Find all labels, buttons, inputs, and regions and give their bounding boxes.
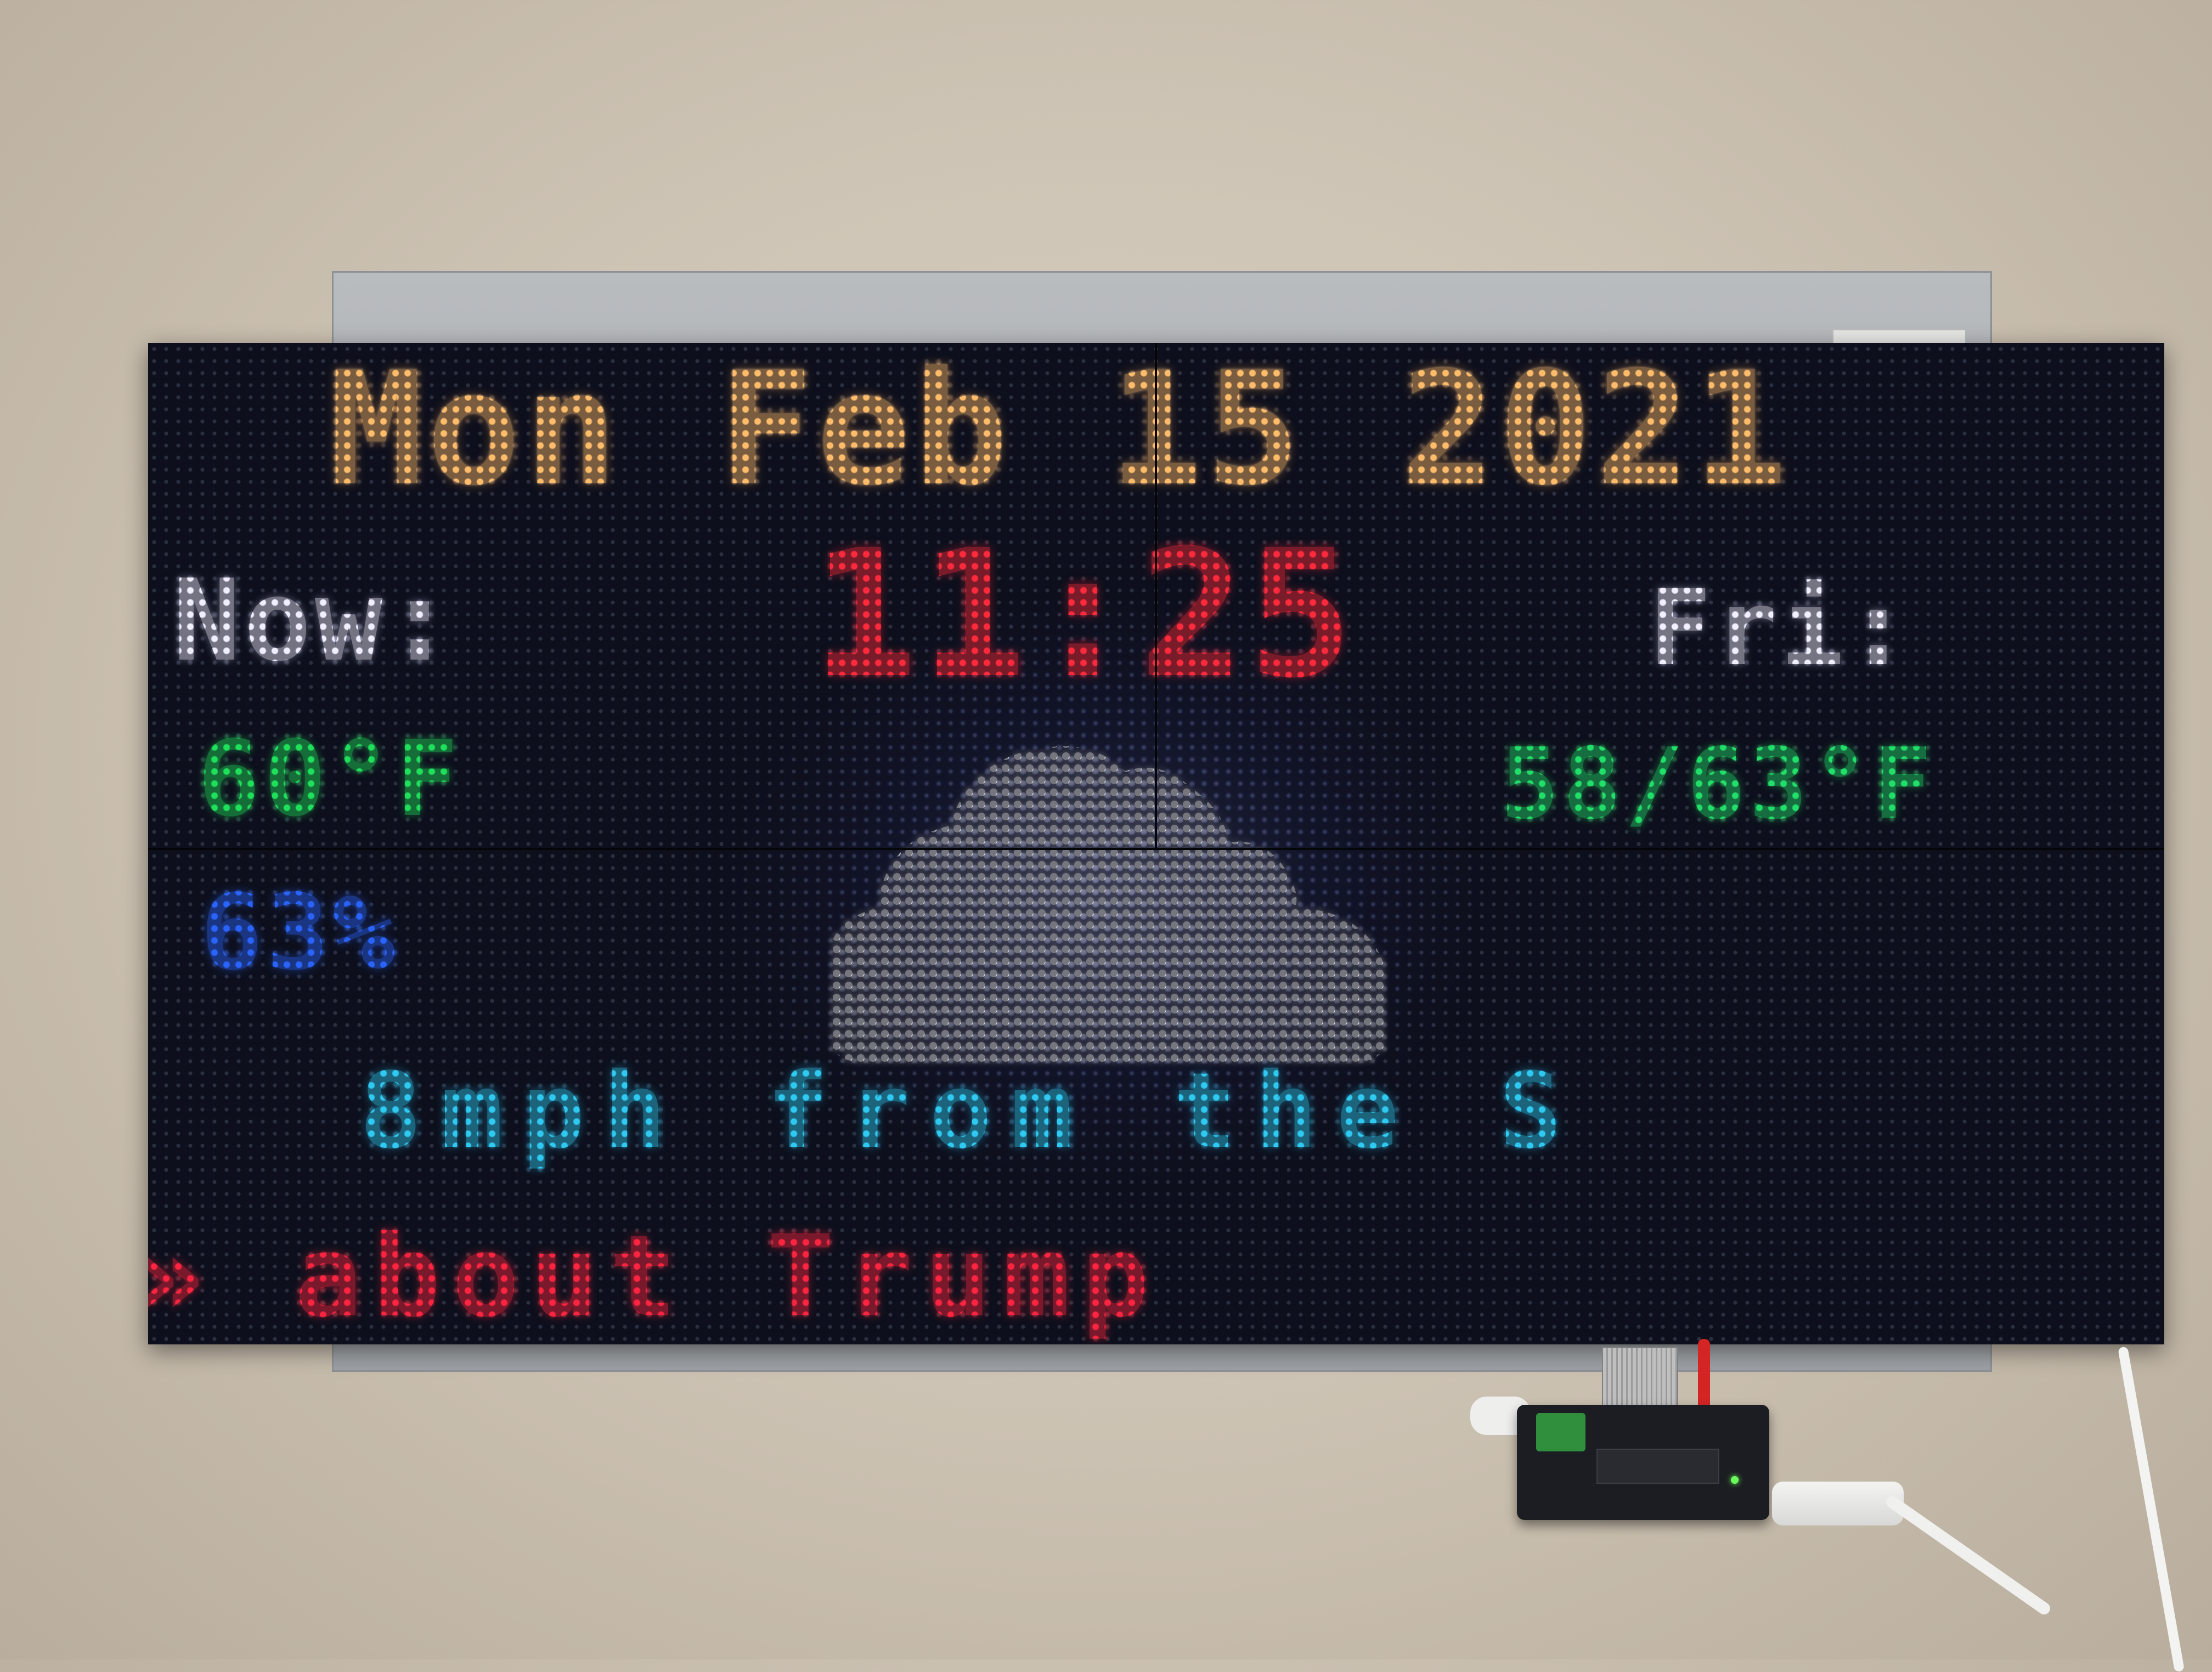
cloud-icon bbox=[828, 746, 1388, 1062]
panel-seam-vertical bbox=[1155, 343, 1157, 848]
board-header bbox=[1536, 1413, 1585, 1451]
now-label: Now: bbox=[173, 556, 457, 686]
wind-display: 8mph from the S bbox=[359, 1050, 1581, 1172]
current-humidity: 63% bbox=[200, 872, 399, 993]
current-temperature: 60°F bbox=[198, 718, 462, 840]
wall-cable bbox=[2118, 1346, 2185, 1672]
power-cable bbox=[1883, 1493, 2053, 1617]
board-chip bbox=[1596, 1449, 1719, 1484]
forecast-temperature: 58/63°F bbox=[1500, 727, 1936, 841]
status-led bbox=[1731, 1476, 1739, 1484]
forecast-day-label: Fri: bbox=[1649, 567, 1913, 689]
photo-scene: Mon Feb 15 2021 11:25 Now: 60°F 63% Fri:… bbox=[0, 0, 2212, 1672]
led-matrix-panel: Mon Feb 15 2021 11:25 Now: 60°F 63% Fri:… bbox=[148, 343, 2164, 1344]
date-display: Mon Feb 15 2021 bbox=[329, 343, 1791, 520]
news-ticker: » about Trump bbox=[148, 1212, 1160, 1342]
clock-display: 11:25 bbox=[812, 513, 1357, 717]
power-connector bbox=[1772, 1482, 1904, 1525]
panel-seam-horizontal bbox=[148, 848, 2164, 850]
